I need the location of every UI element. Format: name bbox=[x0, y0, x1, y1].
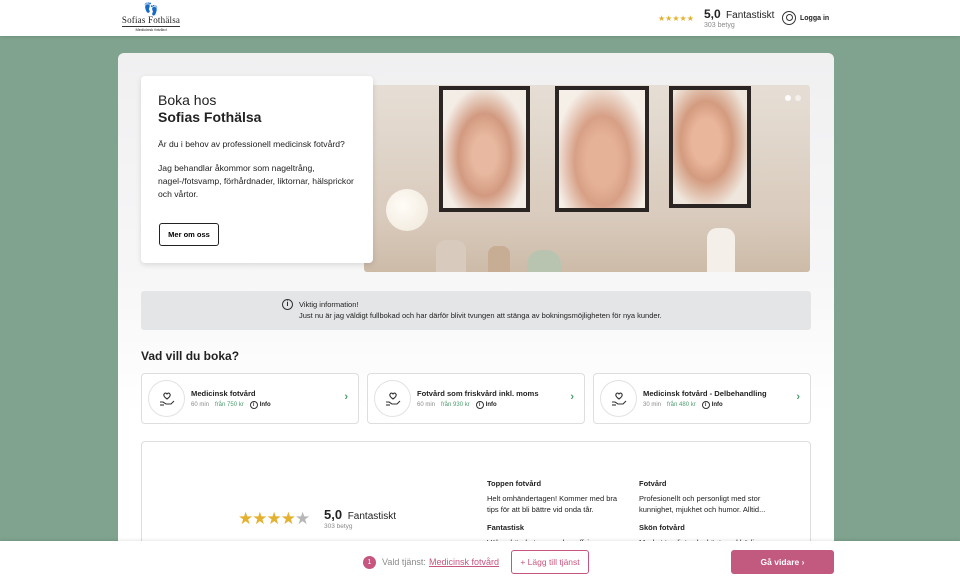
login-label: Logga in bbox=[800, 14, 830, 22]
services-heading: Vad vill du boka? bbox=[141, 349, 240, 363]
review-stars-icon: ★★★★★ bbox=[238, 509, 310, 528]
service-meta: 60 min från 930 kr i Info bbox=[417, 401, 497, 409]
add-service-button[interactable]: + Lägg till tjänst bbox=[511, 550, 589, 574]
hero-info-box: Boka hos Sofias Fothälsa Är du i behov a… bbox=[141, 76, 373, 263]
picture-frame bbox=[439, 86, 530, 212]
service-duration: 60 min bbox=[191, 402, 210, 408]
hero-title-line1: Boka hos bbox=[158, 92, 217, 108]
feet-logo-icon: 👣 bbox=[143, 2, 159, 16]
service-meta: 30 min från 480 kr i Info bbox=[643, 401, 723, 409]
rating-score: 5,0 Fantastiskt bbox=[704, 7, 774, 21]
review-score-word: Fantastiskt bbox=[347, 511, 397, 522]
picture-frame bbox=[669, 86, 751, 208]
rating-count: 303 betyg bbox=[704, 22, 735, 29]
service-price: från 930 kr bbox=[441, 402, 470, 408]
hero-title: Boka hos Sofias Fothälsa bbox=[158, 92, 356, 126]
heart-hand-icon bbox=[600, 380, 637, 417]
info-icon: i bbox=[249, 401, 258, 409]
hero-treatments: Jag behandlar åkommor som nageltrång, na… bbox=[158, 163, 354, 199]
service-price: från 480 kr bbox=[667, 402, 696, 408]
decor-vase bbox=[707, 228, 735, 272]
decor-vase bbox=[527, 250, 561, 272]
lamp-globe bbox=[386, 189, 428, 231]
service-duration: 30 min bbox=[643, 402, 662, 408]
logo-name: Sofias Fothälsa bbox=[121, 15, 181, 25]
decor-vase bbox=[436, 240, 466, 272]
review-title: Fotvård bbox=[639, 479, 667, 488]
review-score-value: 5,0 bbox=[324, 507, 343, 522]
service-meta: 60 min från 750 kr i Info bbox=[191, 401, 271, 409]
picture-frame bbox=[555, 86, 649, 212]
review-score: 5,0 Fantastiskt bbox=[324, 507, 396, 522]
info-icon: i bbox=[282, 299, 293, 310]
logo[interactable]: 👣 Sofias Fothälsa Medicinsk fotvård bbox=[116, 3, 186, 33]
chevron-right-icon: › bbox=[570, 391, 574, 403]
selected-count-badge: 1 bbox=[363, 556, 376, 569]
info-icon: i bbox=[475, 401, 484, 409]
heart-hand-icon bbox=[374, 380, 411, 417]
rating-word: Fantastiskt bbox=[726, 10, 775, 21]
top-navbar: 👣 Sofias Fothälsa Medicinsk fotvård ★★★★… bbox=[0, 0, 960, 36]
heart-hand-icon bbox=[148, 380, 185, 417]
booking-footer-bar: 1 Vald tjänst: Medicinsk fotvård + Lägg … bbox=[0, 541, 960, 582]
continue-button[interactable]: Gå vidare › bbox=[731, 550, 834, 574]
service-info-link[interactable]: i Info bbox=[701, 401, 723, 409]
service-price: från 750 kr bbox=[215, 402, 244, 408]
important-notice: i Viktig information! Just nu är jag väl… bbox=[141, 291, 811, 330]
service-card[interactable]: Medicinsk fotvård 60 min från 750 kr i In… bbox=[141, 373, 359, 424]
chevron-right-icon: › bbox=[796, 391, 800, 403]
review-title: Toppen fotvård bbox=[487, 479, 542, 488]
login-button[interactable]: Logga in bbox=[782, 10, 829, 26]
logo-tagline: Medicinsk fotvård bbox=[122, 26, 180, 32]
hero-image bbox=[364, 85, 810, 272]
review-item: Fotvård Profesionellt och personligt med… bbox=[639, 478, 777, 516]
main-card: Boka hos Sofias Fothälsa Är du i behov a… bbox=[118, 53, 834, 582]
service-name: Fotvård som friskvård inkl. moms bbox=[417, 389, 539, 398]
selected-service-label: Vald tjänst: bbox=[382, 557, 426, 567]
service-card[interactable]: Medicinsk fotvård - Delbehandling 30 min… bbox=[593, 373, 811, 424]
header-rating[interactable]: ★★★★★ 5,0 Fantastiskt 303 betyg bbox=[658, 6, 778, 32]
review-count: 303 betyg bbox=[324, 523, 353, 530]
decor-vase bbox=[488, 246, 510, 272]
info-icon: i bbox=[701, 401, 710, 409]
notice-title: Viktig information! bbox=[299, 300, 359, 309]
rating-stars-icon: ★★★★★ bbox=[658, 14, 694, 23]
service-info-link[interactable]: i Info bbox=[475, 401, 497, 409]
selected-service-link[interactable]: Medicinsk fotvård bbox=[429, 557, 499, 567]
service-duration: 60 min bbox=[417, 402, 436, 408]
review-title: Skön fotvård bbox=[639, 523, 685, 532]
service-name: Medicinsk fotvård - Delbehandling bbox=[643, 389, 767, 398]
service-info-link[interactable]: i Info bbox=[249, 401, 271, 409]
hero-title-line2: Sofias Fothälsa bbox=[158, 109, 262, 125]
review-text: Helt omhändertagen! Kommer med bra tips … bbox=[487, 493, 618, 515]
user-icon bbox=[782, 11, 796, 25]
carousel-dots[interactable] bbox=[785, 95, 801, 101]
chevron-right-icon: › bbox=[344, 391, 348, 403]
service-name: Medicinsk fotvård bbox=[191, 389, 256, 398]
notice-text: Just nu är jag väldigt fullbokad och har… bbox=[299, 311, 662, 320]
review-item: Toppen fotvård Helt omhändertagen! Komme… bbox=[487, 478, 625, 516]
rating-score-value: 5,0 bbox=[704, 7, 721, 21]
service-card[interactable]: Fotvård som friskvård inkl. moms 60 min … bbox=[367, 373, 585, 424]
hero-question: Är du i behov av professionell medicinsk… bbox=[158, 139, 345, 149]
review-text: Profesionellt och personligt med stor ku… bbox=[639, 493, 766, 515]
review-title: Fantastisk bbox=[487, 523, 525, 532]
more-about-us-button[interactable]: Mer om oss bbox=[159, 223, 219, 246]
hero-description: Är du i behov av professionell medicinsk… bbox=[158, 138, 356, 201]
